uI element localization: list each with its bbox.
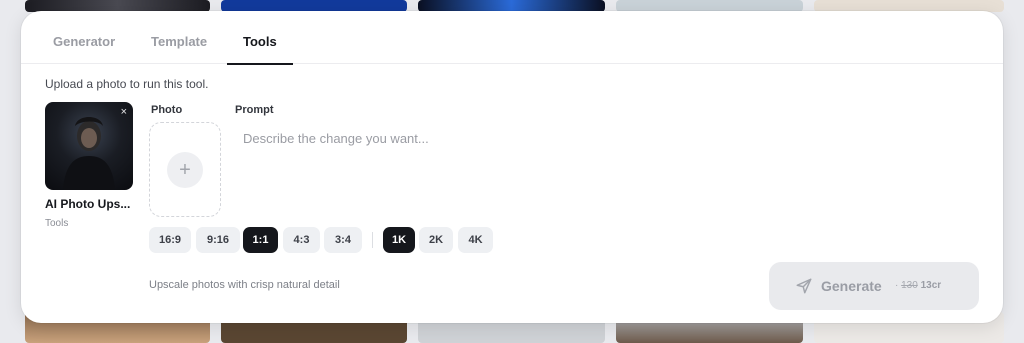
aspect-1-1[interactable]: 1:1 (243, 227, 278, 253)
generate-label: Generate (821, 278, 882, 294)
generate-button[interactable]: Generate · 130 13cr (769, 262, 979, 310)
resolution-2k[interactable]: 2K (419, 227, 453, 253)
cost-separator: · (895, 280, 899, 291)
new-price: 13cr (920, 280, 942, 291)
tool-thumbnail[interactable]: × (45, 102, 133, 190)
tool-description: Upscale photos with crisp natural detail (149, 279, 340, 291)
tab-bar: Generator Template Tools (21, 11, 1003, 65)
tab-template[interactable]: Template (151, 11, 207, 64)
photo-upload-dropzone[interactable]: + (149, 122, 221, 217)
resolution-1k[interactable]: 1K (383, 227, 415, 253)
prompt-input[interactable] (243, 131, 983, 221)
tab-generator[interactable]: Generator (53, 11, 115, 64)
tool-name: AI Photo Ups... (45, 197, 131, 211)
prompt-label: Prompt (235, 104, 274, 116)
photo-label: Photo (151, 104, 183, 116)
close-icon[interactable]: × (121, 106, 127, 118)
aspect-3-4[interactable]: 3:4 (324, 227, 362, 253)
resolution-4k[interactable]: 4K (458, 227, 493, 253)
credit-cost: · 130 13cr (895, 280, 941, 291)
tool-category: Tools (45, 218, 69, 229)
tool-panel: Generator Template Tools Upload a photo … (21, 11, 1003, 323)
plus-icon[interactable]: + (167, 152, 203, 188)
send-icon (796, 278, 812, 294)
aspect-16-9[interactable]: 16:9 (149, 227, 191, 253)
aspect-9-16[interactable]: 9:16 (196, 227, 240, 253)
aspect-4-3[interactable]: 4:3 (283, 227, 320, 253)
old-price: 130 (901, 280, 918, 291)
tab-tools[interactable]: Tools (227, 11, 293, 65)
chip-divider (372, 232, 373, 248)
upload-hint: Upload a photo to run this tool. (45, 77, 209, 91)
